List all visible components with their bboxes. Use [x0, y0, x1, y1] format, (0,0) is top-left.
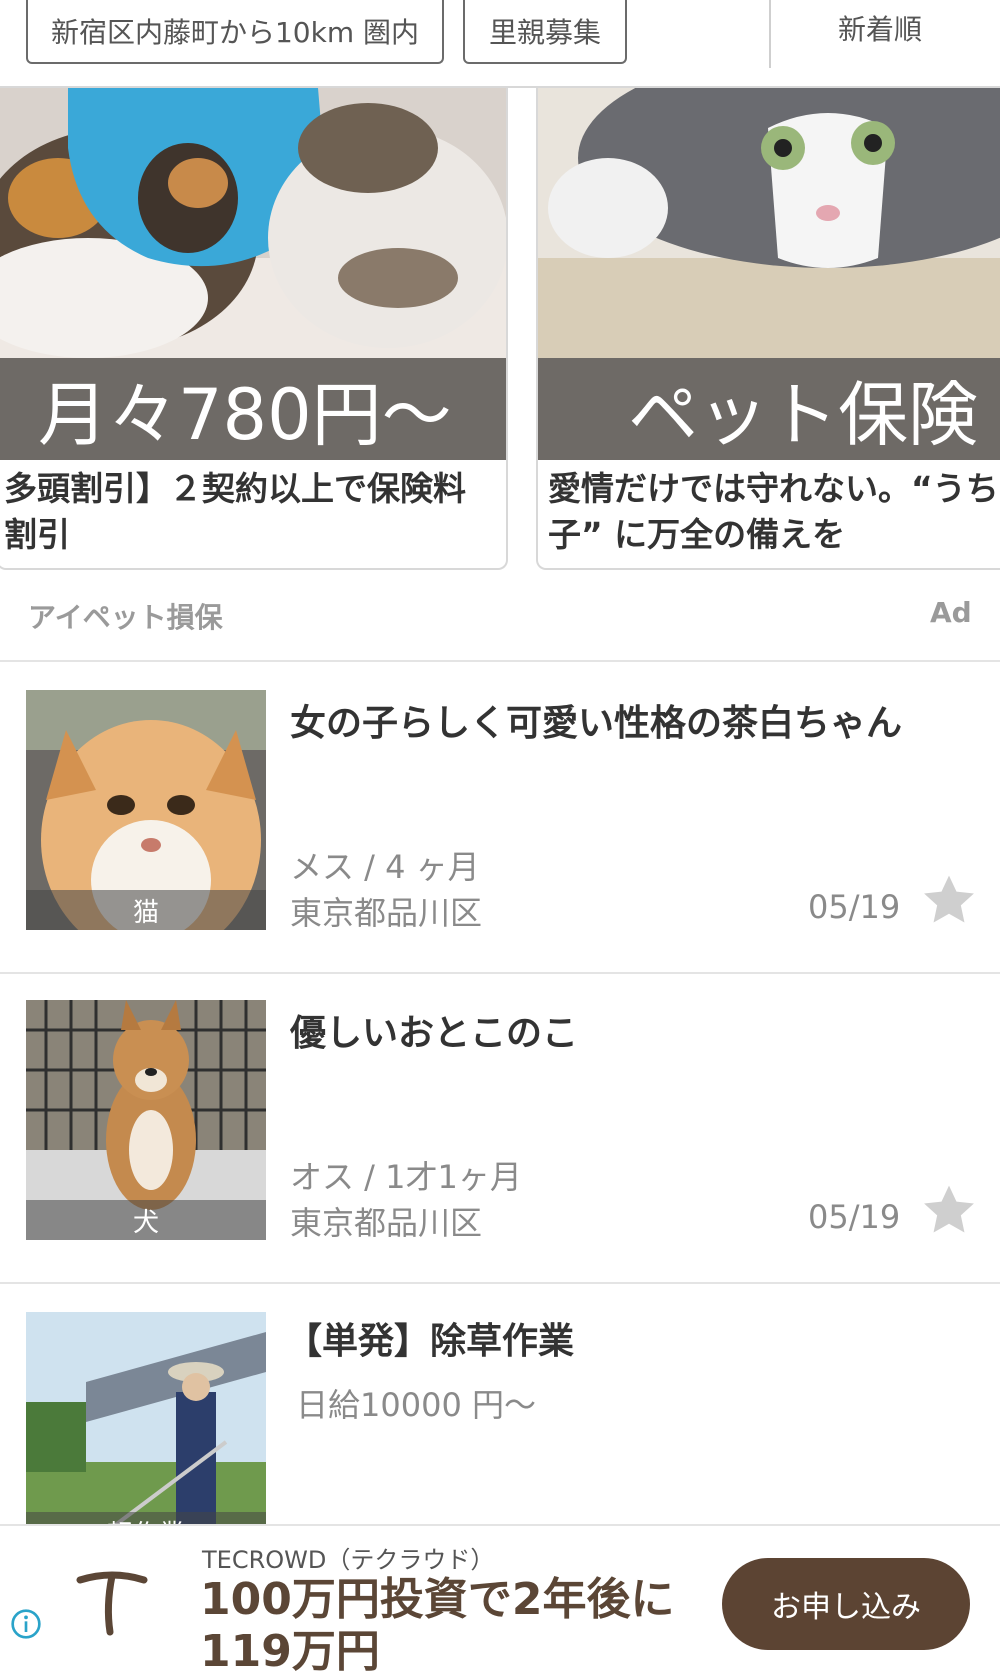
- ad-card-2-text-line1: 愛情だけでは守れない。“うち: [548, 469, 999, 508]
- bottom-ad-headline-line1: 100万円投資で2年後に: [200, 1574, 675, 1625]
- listing-item[interactable]: 犬 優しいおとこのこ オス / 1才1ヶ月 東京都品川区 05/19: [0, 974, 1000, 1282]
- bottom-ad-sponsor: TECROWD（テクラウド）: [202, 1546, 495, 1574]
- ad-card-1-text-line2: 割引: [4, 515, 70, 554]
- listing-gender-age: オス / 1才1ヶ月: [290, 1158, 522, 1196]
- listing-gender-age: メス / 4 ヶ月: [290, 848, 480, 886]
- location-filter-button[interactable]: 新宿区内藤町から10km 圏内: [26, 0, 444, 64]
- ad-card-1-band-text: 月々780円〜: [38, 373, 452, 456]
- listing-kind-label: 犬: [26, 1200, 266, 1240]
- ad-card-2-band-text: ペット保険: [628, 373, 978, 456]
- bottom-ad-headline: 100万円投資で2年後に 119万円: [200, 1574, 674, 1678]
- listing-wage: 日給10000 円〜: [296, 1386, 536, 1424]
- listing-date: 05/19: [808, 888, 901, 926]
- sort-label: 新着順: [837, 13, 922, 46]
- listing-location: 東京都品川区: [290, 894, 483, 932]
- listing-title: 優しいおとこのこ: [290, 1013, 579, 1054]
- ad-card-2-band: ペット保険: [538, 358, 1000, 460]
- listing-thumbnail: 犬: [26, 1000, 266, 1240]
- ad-card-2-text-line2: 子” に万全の備えを: [548, 515, 846, 554]
- listing-thumbnail: 軽作業: [26, 1312, 266, 1552]
- apply-button-label: お申し込み: [771, 1590, 921, 1625]
- listing-title: 【単発】除草作業: [286, 1321, 575, 1362]
- tecrowd-logo-icon: [76, 1571, 148, 1636]
- listing-item[interactable]: 軽作業 【単発】除草作業 日給10000 円〜: [0, 1284, 1000, 1552]
- category-filter-label: 里親募集: [488, 16, 601, 49]
- bottom-ad-banner[interactable]: TECROWD（テクラウド） 100万円投資で2年後に 119万円 お申し込み: [0, 1524, 1000, 1677]
- favorite-star-icon[interactable]: [920, 1182, 978, 1240]
- listing-date: 05/19: [808, 1198, 901, 1236]
- ad-label: Ad: [930, 596, 972, 629]
- listing-title: 女の子らしく可愛い性格の茶白ちゃん: [290, 703, 903, 744]
- filter-divider: [769, 0, 771, 68]
- favorite-star-icon[interactable]: [920, 872, 978, 930]
- ad-card-1-text-line1: 多頭割引】２契約以上で保険料: [4, 469, 466, 508]
- ad-card-1-price-band: 月々780円〜: [0, 358, 506, 460]
- ad-card-1[interactable]: 月々780円〜 多頭割引】２契約以上で保険料 割引: [0, 88, 508, 570]
- listing-kind-label: 猫: [26, 890, 266, 930]
- ad-card-1-text: 多頭割引】２契約以上で保険料 割引: [4, 466, 466, 558]
- bottom-ad-headline-line2: 119万円: [200, 1626, 380, 1677]
- ad-card-2-text: 愛情だけでは守れない。“うち 子” に万全の備えを: [548, 466, 999, 558]
- ad-info-icon[interactable]: [10, 1608, 42, 1640]
- listing-item[interactable]: 猫 女の子らしく可愛い性格の茶白ちゃん メス / 4 ヶ月 東京都品川区 05/…: [0, 662, 1000, 972]
- ad-card-2-image: [538, 88, 1000, 358]
- sort-button[interactable]: 新着順: [790, 0, 970, 56]
- location-filter-label: 新宿区内藤町から10km 圏内: [50, 16, 420, 49]
- listing-location: 東京都品川区: [290, 1204, 483, 1242]
- listing-thumbnail: 猫: [26, 690, 266, 930]
- category-filter-button[interactable]: 里親募集: [463, 0, 627, 64]
- ad-card-2[interactable]: ペット保険 愛情だけでは守れない。“うち 子” に万全の備えを: [536, 88, 1000, 570]
- ad-card-1-image: [0, 88, 506, 358]
- ad-sponsor-name: アイペット損保: [28, 601, 223, 634]
- apply-button[interactable]: お申し込み: [722, 1558, 970, 1650]
